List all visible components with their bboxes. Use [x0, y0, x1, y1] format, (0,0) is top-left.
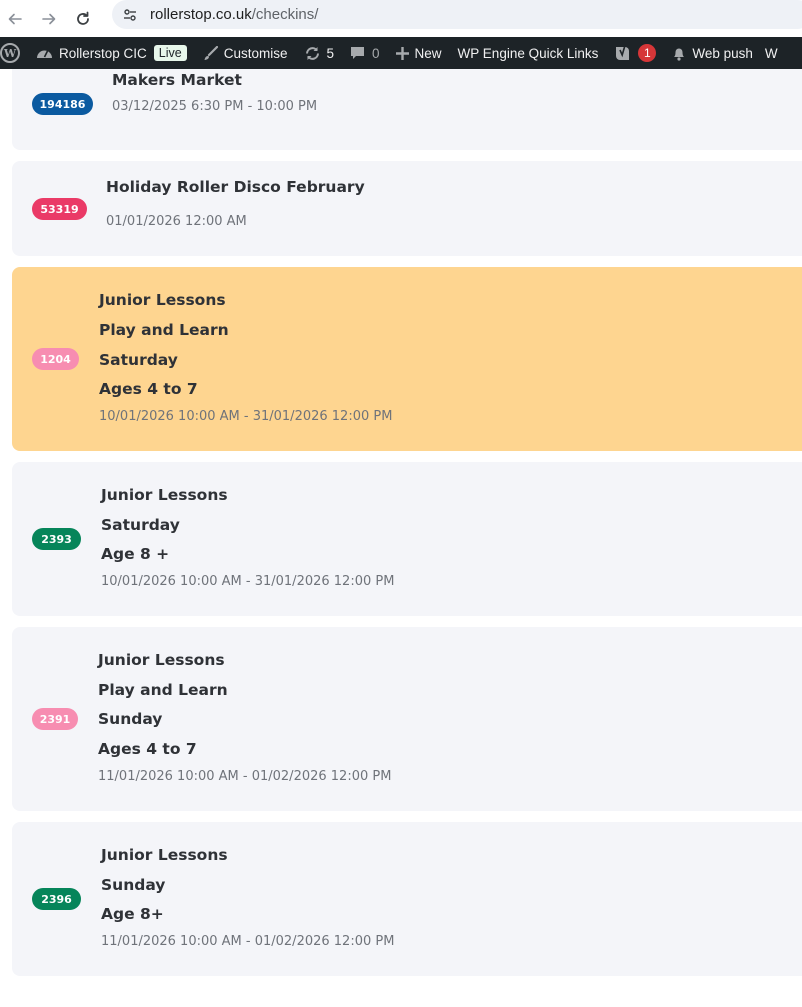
wordpress-icon: W — [0, 43, 20, 63]
event-date: 01/01/2026 12:00 AM — [106, 214, 247, 229]
event-title: Holiday Roller Disco February — [106, 178, 365, 196]
browser-toolbar: rollerstop.co.uk/checkins/ — [0, 0, 802, 37]
comments-count: 0 — [372, 45, 380, 61]
event-date: 11/01/2026 10:00 AM - 01/02/2026 12:00 P… — [98, 769, 392, 784]
overflow-label: W — [764, 45, 778, 61]
dashboard-icon — [36, 46, 53, 60]
event-title-line: Sunday — [98, 710, 163, 728]
event-card[interactable]: 194186 Makers Market 03/12/2025 6:30 PM … — [12, 69, 802, 150]
event-id-badge: 1204 — [32, 348, 79, 370]
yoast-count-badge: 1 — [638, 44, 657, 62]
event-date: 10/01/2026 10:00 AM - 31/01/2026 12:00 P… — [99, 409, 393, 424]
event-card[interactable]: 2391 Junior Lessons Play and Learn Sunda… — [12, 627, 802, 811]
customise-link[interactable]: Customise — [195, 37, 296, 69]
arrow-right-icon — [42, 13, 56, 24]
back-button[interactable] — [0, 5, 30, 33]
event-card[interactable]: 53319 Holiday Roller Disco February 01/0… — [12, 161, 802, 256]
brush-icon — [203, 45, 218, 61]
event-title-line: Play and Learn — [99, 321, 229, 339]
arrow-left-icon — [8, 13, 22, 24]
event-title-line: Junior Lessons — [101, 846, 228, 864]
event-id-badge: 2393 — [32, 528, 81, 550]
event-title-line: Ages 4 to 7 — [98, 740, 197, 758]
web-push-label: Web push — [692, 45, 753, 61]
event-title-line: Saturday — [99, 351, 178, 369]
site-name-menu[interactable]: Rollerstop CIC Live — [28, 37, 195, 69]
web-push-menu[interactable]: Web push — [664, 37, 761, 69]
yoast-icon — [614, 44, 632, 62]
overflow-menu-item[interactable]: W — [761, 37, 786, 69]
event-title-line: Age 8+ — [101, 905, 164, 923]
event-title-line: Junior Lessons — [99, 291, 226, 309]
plus-icon — [395, 46, 409, 60]
new-content-menu[interactable]: New — [388, 37, 450, 69]
event-title-line: Sunday — [101, 876, 166, 894]
checkins-list: 194186 Makers Market 03/12/2025 6:30 PM … — [0, 69, 802, 1007]
site-name: Rollerstop CIC — [59, 45, 147, 61]
event-id-badge: 53319 — [32, 198, 87, 220]
event-date: 03/12/2025 6:30 PM - 10:00 PM — [112, 99, 318, 114]
updates-link[interactable]: 5 — [296, 37, 343, 69]
forward-button[interactable] — [34, 5, 64, 33]
event-title: Makers Market — [112, 71, 242, 89]
event-id-badge: 2396 — [32, 888, 81, 910]
comment-icon — [350, 46, 366, 61]
event-card-highlighted[interactable]: 1204 Junior Lessons Play and Learn Satur… — [12, 267, 802, 451]
new-label: New — [414, 45, 442, 61]
yoast-menu[interactable]: 1 — [606, 37, 664, 69]
updates-count: 5 — [326, 45, 335, 61]
quick-links-label: WP Engine Quick Links — [457, 45, 599, 61]
event-id-badge: 2391 — [32, 708, 78, 730]
wp-logo-menu[interactable]: W — [0, 37, 28, 69]
event-title-line: Ages 4 to 7 — [99, 380, 198, 398]
live-badge: Live — [153, 45, 187, 61]
event-id-badge: 194186 — [32, 93, 93, 115]
customise-label: Customise — [223, 45, 288, 61]
event-title-line: Junior Lessons — [98, 651, 225, 669]
event-card[interactable]: 2396 Junior Lessons Sunday Age 8+ 11/01/… — [12, 822, 802, 976]
wp-admin-bar: W Rollerstop CIC Live Customise 5 0 New … — [0, 37, 802, 69]
wp-engine-quick-links[interactable]: WP Engine Quick Links — [450, 37, 607, 69]
tune-icon — [124, 8, 136, 21]
url-domain: rollerstop.co.uk — [150, 6, 252, 23]
comments-link[interactable]: 0 — [342, 37, 388, 69]
address-bar[interactable]: rollerstop.co.uk/checkins/ — [112, 0, 802, 29]
event-title-line: Play and Learn — [98, 681, 228, 699]
updates-icon — [304, 46, 321, 61]
reload-button[interactable] — [68, 5, 98, 33]
event-title-line: Age 8 + — [101, 545, 170, 563]
event-title-line: Junior Lessons — [101, 486, 228, 504]
site-settings-button[interactable] — [116, 1, 144, 29]
reload-icon — [77, 11, 89, 25]
event-date: 11/01/2026 10:00 AM - 01/02/2026 12:00 P… — [101, 934, 395, 949]
event-card[interactable]: 2393 Junior Lessons Saturday Age 8 + 10/… — [12, 462, 802, 616]
url-text: rollerstop.co.uk/checkins/ — [150, 6, 318, 23]
bell-icon — [672, 46, 686, 61]
event-date: 10/01/2026 10:00 AM - 31/01/2026 12:00 P… — [101, 574, 395, 589]
url-path: /checkins/ — [251, 6, 319, 23]
event-title-line: Saturday — [101, 516, 180, 534]
